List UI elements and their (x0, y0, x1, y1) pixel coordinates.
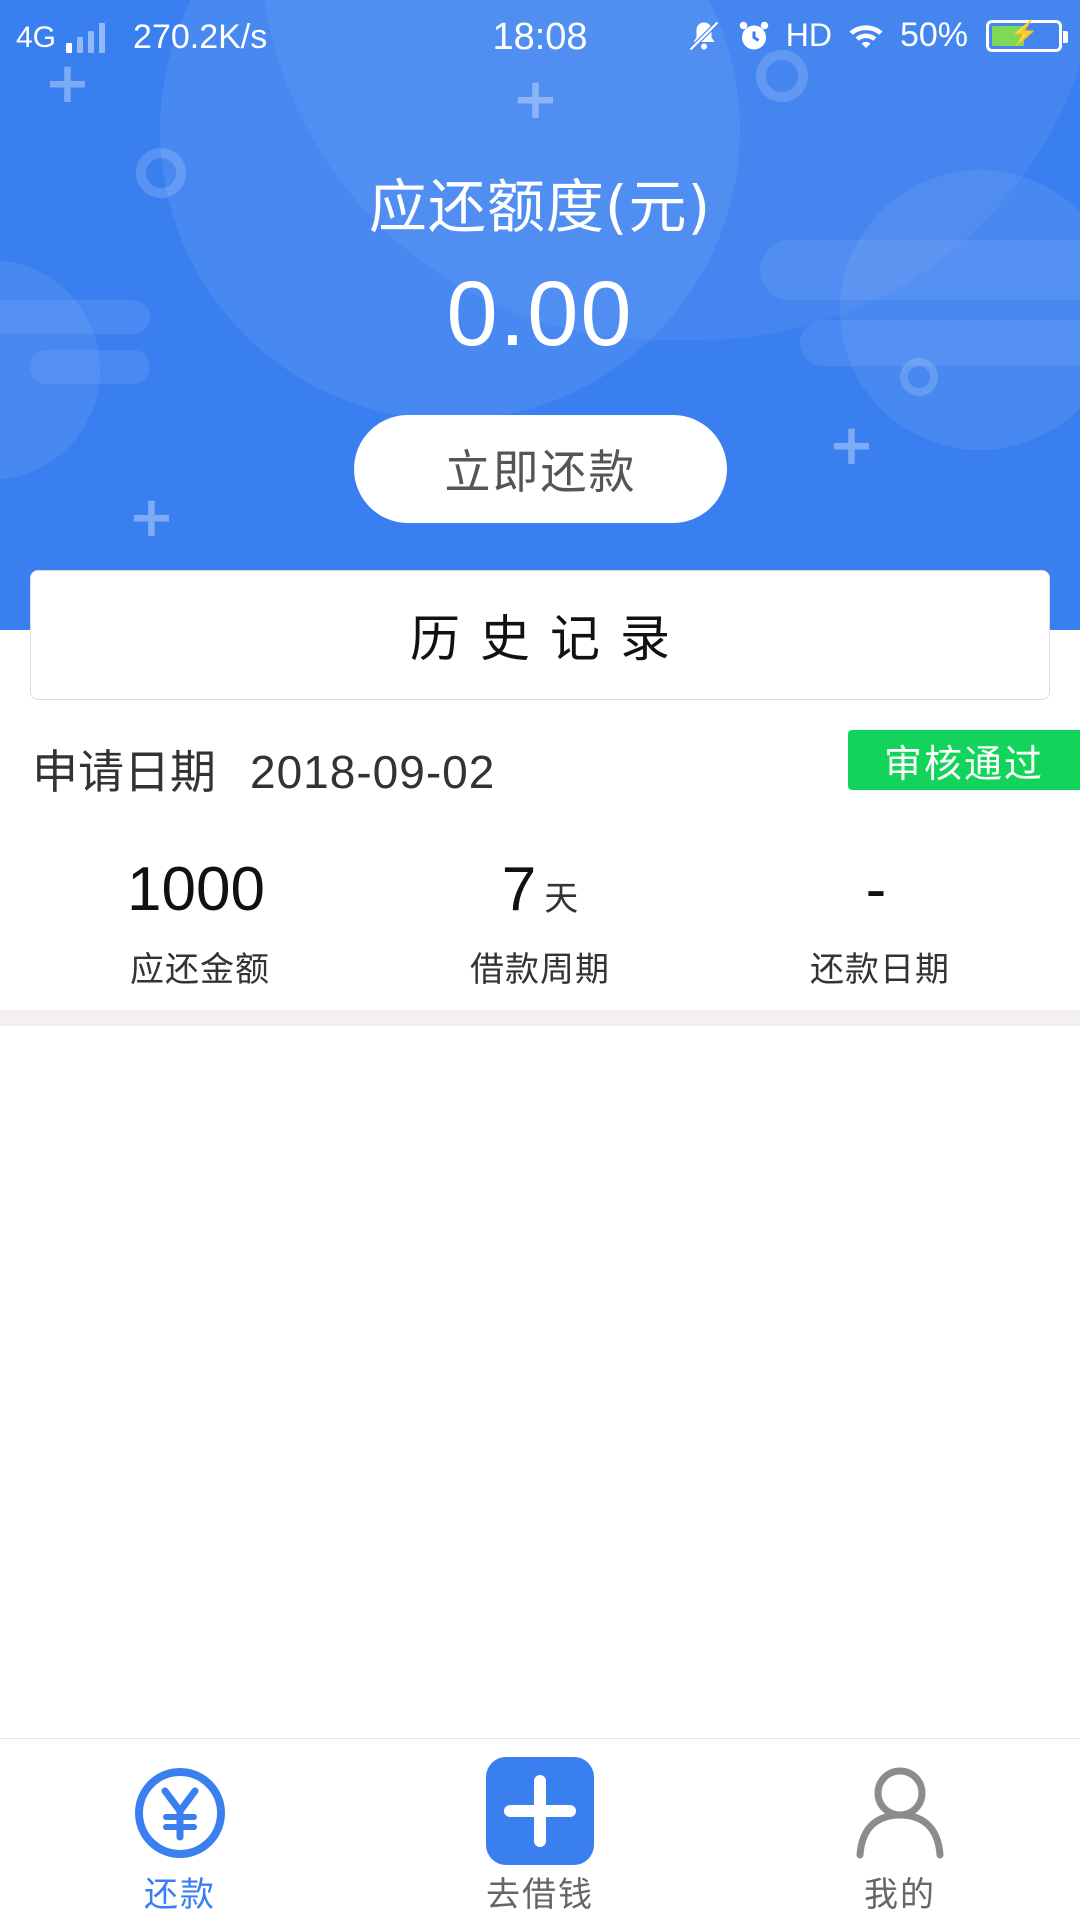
yen-circle-icon (135, 1768, 225, 1858)
nav-label: 还款 (144, 1875, 216, 1915)
amount-due-label: 应还额度(元) (368, 173, 712, 241)
bottom-navigation: 还款 去借钱 我的 (0, 1738, 1080, 1920)
status-badge: 审核通过 (848, 730, 1080, 790)
repay-now-button[interactable]: 立即还款 (354, 415, 727, 523)
hd-indicator: HD (785, 17, 832, 53)
decor-plus: + (128, 485, 175, 550)
amount-due-value: 0.00 (446, 263, 634, 365)
application-date-value: 2018-09-02 (250, 746, 496, 798)
charging-bolt-icon: ⚡ (1009, 19, 1039, 47)
nav-item-repay[interactable]: 还款 (0, 1739, 360, 1920)
application-date-label: 申请日期 (32, 745, 216, 799)
record-stats: 1000 应还金额 7天 借款周期 - 还款日期 (0, 850, 1080, 1000)
stat-value: - (865, 855, 887, 924)
history-title: 历史记录 (410, 610, 690, 668)
stat-loan-period: 7天 借款周期 (370, 850, 710, 991)
loan-record[interactable]: 申请日期 2018-09-02 审核通过 1000 应还金额 7天 借款周期 -… (0, 720, 1080, 1010)
nav-label: 去借钱 (486, 1875, 594, 1915)
plus-square-icon (486, 1757, 594, 1865)
user-icon (856, 1767, 944, 1859)
stat-value: 1000 (127, 855, 265, 924)
decor-plus: + (828, 413, 875, 478)
stat-label: 应还金额 (130, 950, 270, 990)
alarm-icon (739, 21, 768, 49)
status-bar: 4G 270.2K/s 18:08 HD 50% ⚡ (0, 0, 1080, 76)
stat-value: 7天 (501, 855, 579, 924)
stat-amount-due: 1000 应还金额 (30, 850, 370, 991)
stat-repay-date: - 还款日期 (710, 850, 1050, 991)
application-date-row: 申请日期 2018-09-02 (32, 736, 495, 802)
decor-plus: + (512, 67, 559, 132)
stat-label: 借款周期 (470, 950, 610, 990)
bell-muted-icon (688, 20, 719, 51)
header-banner: + + + + 4G 270.2K/s 18:08 HD 50% ⚡ 应还额度(… (0, 0, 1080, 630)
wifi-icon (849, 24, 883, 48)
stat-label: 还款日期 (810, 950, 950, 990)
nav-item-borrow[interactable]: 去借钱 (360, 1739, 720, 1920)
nav-label: 我的 (864, 1875, 936, 1915)
section-divider (0, 1010, 1080, 1026)
nav-item-mine[interactable]: 我的 (720, 1739, 1080, 1920)
history-records-card[interactable]: 历史记录 (30, 570, 1050, 700)
battery-icon: ⚡ (986, 19, 1068, 52)
battery-percent: 50% (899, 16, 968, 54)
